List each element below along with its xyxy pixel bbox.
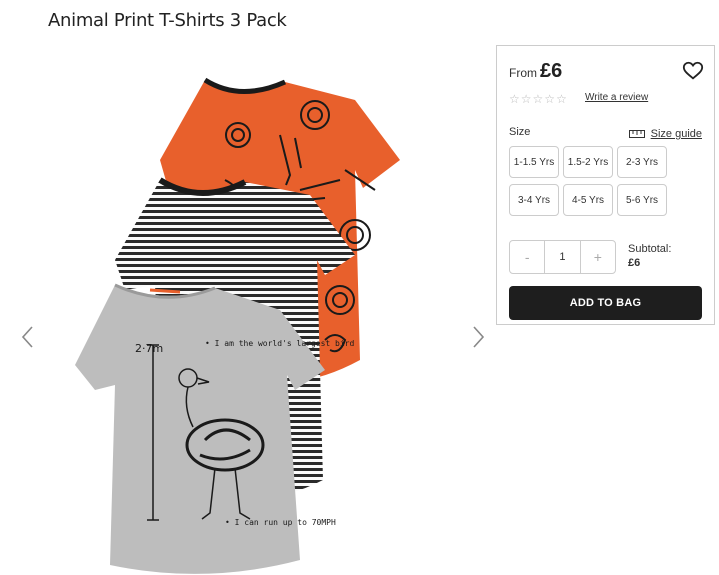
- star-icon: ☆: [556, 92, 567, 106]
- size-option-4-5[interactable]: 4-5 Yrs: [563, 184, 613, 216]
- shirt-print-note-top: • I am the world's largest bird: [205, 339, 354, 348]
- shirt-print-note-bottom: • I can run up to 70MPH: [225, 518, 336, 527]
- star-icon: ☆: [509, 92, 520, 106]
- size-guide-label: Size guide: [650, 128, 702, 140]
- price-from-label: From: [509, 66, 537, 80]
- next-image-button[interactable]: [468, 322, 488, 352]
- size-option-5-6[interactable]: 5-6 Yrs: [617, 184, 667, 216]
- add-to-bag-button[interactable]: ADD TO BAG: [509, 286, 702, 320]
- size-option-1.5-2[interactable]: 1.5-2 Yrs: [563, 146, 613, 178]
- ruler-icon: [628, 130, 645, 138]
- size-label: Size: [509, 126, 531, 138]
- size-option-1-1.5[interactable]: 1-1.5 Yrs: [509, 146, 559, 178]
- price-value: £6: [540, 60, 563, 82]
- previous-image-button[interactable]: [18, 322, 38, 352]
- wishlist-heart-icon[interactable]: [682, 60, 704, 82]
- product-image-gallery: 2·7m • I am the world's largest bird • I…: [18, 40, 490, 574]
- size-option-2-3[interactable]: 2-3 Yrs: [617, 146, 667, 178]
- star-icon: ☆: [520, 92, 532, 106]
- subtotal-label: Subtotal:: [628, 243, 672, 255]
- quantity-input[interactable]: 1: [544, 241, 581, 273]
- chevron-right-icon: [473, 326, 485, 348]
- size-guide-link[interactable]: Size guide: [628, 128, 702, 140]
- quantity-stepper: - 1 +: [509, 240, 616, 274]
- product-image: 2·7m • I am the world's largest bird • I…: [75, 77, 400, 574]
- shirt-print-measure: 2·7m: [135, 342, 163, 355]
- subtotal: Subtotal: £6: [628, 242, 671, 270]
- write-review-link[interactable]: Write a review: [585, 92, 648, 103]
- product-title: Animal Print T-Shirts 3 Pack: [48, 10, 287, 31]
- subtotal-amount: £6: [628, 257, 641, 269]
- quantity-decrease-button[interactable]: -: [510, 241, 544, 273]
- purchase-panel: From £6 ☆ ☆ ☆ ☆ ☆ Write a review Size Siz…: [496, 45, 715, 325]
- star-icon: ☆: [532, 92, 544, 106]
- star-icon: ☆: [544, 92, 556, 106]
- quantity-increase-button[interactable]: +: [581, 241, 615, 273]
- rating-stars: ☆ ☆ ☆ ☆ ☆: [509, 93, 567, 105]
- size-option-3-4[interactable]: 3-4 Yrs: [509, 184, 559, 216]
- size-options: 1-1.5 Yrs 1.5-2 Yrs 2-3 Yrs 3-4 Yrs 4-5 …: [509, 146, 667, 216]
- price-row: From £6: [509, 60, 562, 83]
- chevron-left-icon: [21, 326, 33, 348]
